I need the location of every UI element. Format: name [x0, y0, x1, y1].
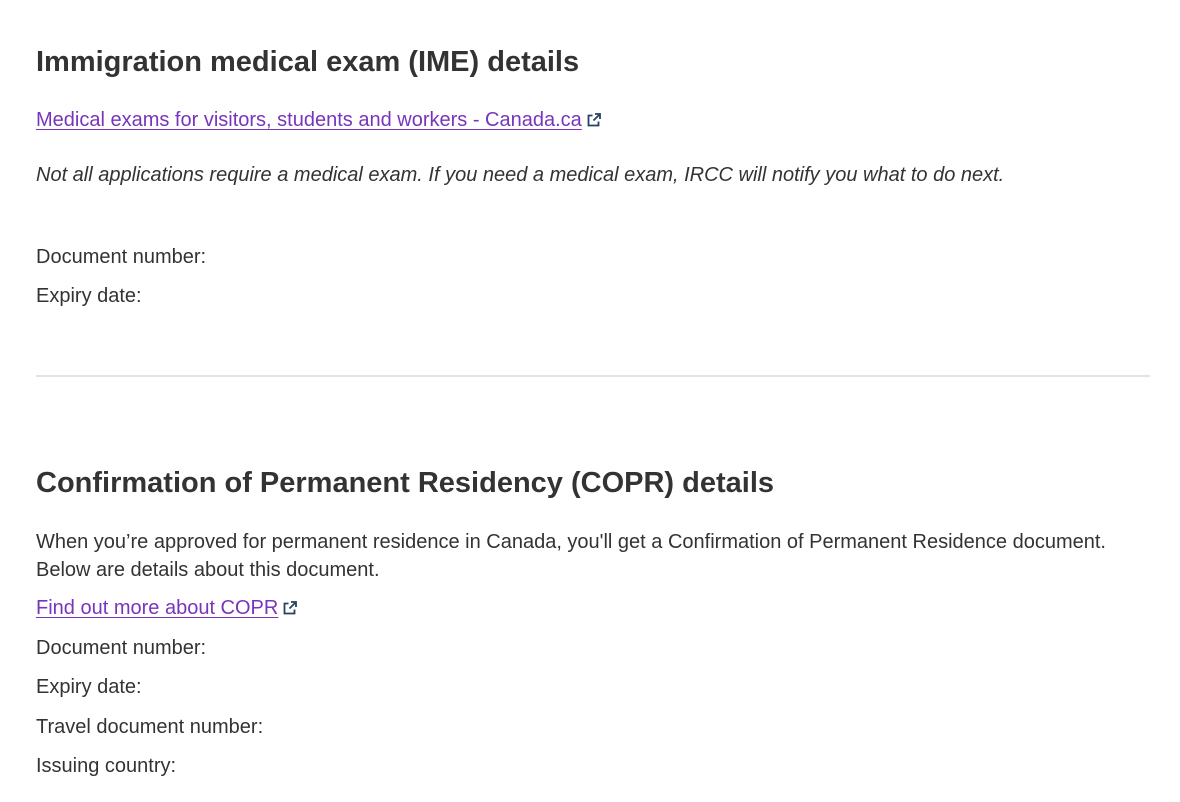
ime-document-number-label: Document number: — [36, 246, 207, 268]
ime-expiry-date-label: Expiry date: — [36, 285, 142, 307]
copr-section-heading: Confirmation of Permanent Residency (COP… — [36, 467, 775, 499]
copr-travel-document-number-label: Travel document number: — [36, 716, 264, 738]
copr-document-number-label: Document number: — [36, 637, 207, 659]
copr-find-out-more-link[interactable]: Find out more about COPR — [36, 595, 298, 621]
ime-medical-exam-note: Not all applications require a medical e… — [36, 164, 1005, 186]
external-link-icon — [283, 596, 298, 615]
external-link-icon — [587, 108, 601, 127]
copr-description: When you’re approved for permanent resid… — [36, 531, 1106, 581]
ime-medical-exams-link[interactable]: Medical exams for visitors, students and… — [36, 107, 601, 133]
copr-issuing-country-label: Issuing country: — [36, 755, 177, 777]
section-divider — [36, 375, 1150, 377]
page-content: Immigration medical exam (IME) details M… — [36, 0, 1150, 802]
copr-expiry-date-label: Expiry date: — [36, 676, 142, 698]
ime-link-label: Medical exams for visitors, students and… — [36, 109, 582, 131]
copr-link-label: Find out more about COPR — [36, 597, 279, 619]
ime-section-heading: Immigration medical exam (IME) details — [36, 46, 580, 78]
